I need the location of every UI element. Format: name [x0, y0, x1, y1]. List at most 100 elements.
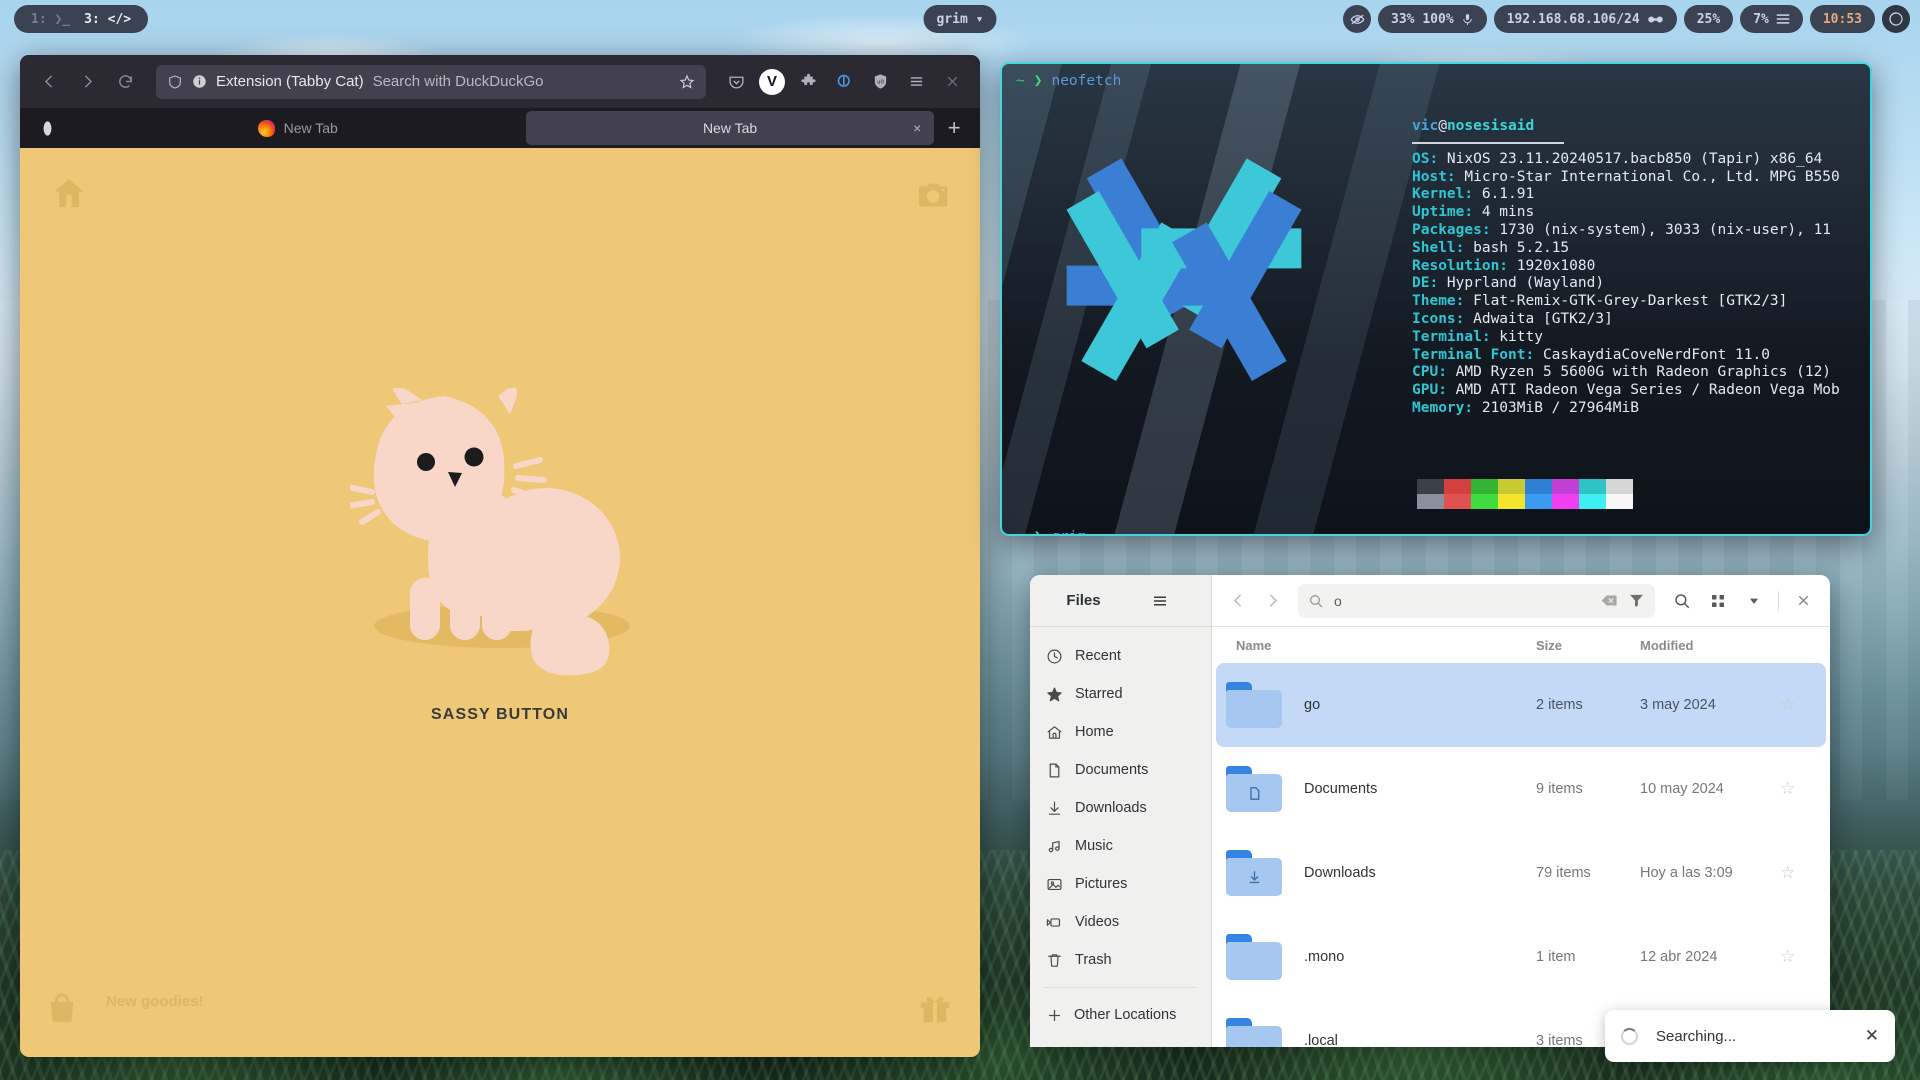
- sidebar-item-trash[interactable]: Trash: [1030, 941, 1211, 979]
- tabbycat-camera-button[interactable]: [916, 178, 950, 217]
- tab-favicon-icon: [257, 119, 275, 137]
- workspace-switcher[interactable]: 1: ❯_ 3: </>: [14, 5, 149, 33]
- sidebar-item-home[interactable]: Home: [1030, 713, 1211, 751]
- table-row[interactable]: .mono 1 item 12 abr 2024 ☆: [1216, 915, 1826, 999]
- clock-module[interactable]: 10:53: [1809, 5, 1875, 33]
- files-search-toggle-button[interactable]: [1667, 586, 1697, 616]
- folder-icon: [1226, 1018, 1282, 1047]
- firefox-window[interactable]: Extension (Tabby Cat) Search with DuckDu…: [20, 55, 980, 1057]
- firefox-logo-button[interactable]: [26, 108, 70, 148]
- memory-module[interactable]: 7%: [1740, 5, 1803, 33]
- sidebar-item-other-locations[interactable]: Other Locations: [1030, 996, 1211, 1034]
- column-header-modified[interactable]: Modified: [1640, 638, 1780, 653]
- workspace-1[interactable]: 1: ❯_: [31, 12, 70, 27]
- window-close-button[interactable]: [936, 66, 968, 98]
- tab-2[interactable]: New Tab ×: [525, 111, 935, 145]
- table-row[interactable]: Downloads 79 items Hoy a las 3:09 ☆: [1216, 831, 1826, 915]
- files-menu-button[interactable]: [1145, 586, 1175, 616]
- nixos-logo: [1066, 158, 1302, 381]
- reload-button[interactable]: [108, 65, 142, 99]
- extensions-button[interactable]: [792, 66, 824, 98]
- sidebar-item-documents[interactable]: Documents: [1030, 751, 1211, 789]
- account-button[interactable]: V: [756, 66, 788, 98]
- searching-toast: Searching... ✕: [1605, 1010, 1895, 1062]
- row-modified-label: 12 abr 2024: [1640, 949, 1718, 965]
- files-back-button[interactable]: [1224, 587, 1252, 615]
- neofetch-entry-value: 6.1.91: [1473, 186, 1535, 203]
- files-sidebar[interactable]: Recent Starred Home Documents Downloads Music…: [1030, 627, 1212, 1047]
- firefox-logo-icon: [43, 120, 52, 136]
- active-window-title[interactable]: grim ▾: [923, 5, 997, 33]
- reload-icon: [118, 75, 132, 88]
- network-module[interactable]: 192.168.68.106/24: [1493, 5, 1677, 33]
- files-close-button[interactable]: [1788, 586, 1818, 616]
- files-search-input[interactable]: o: [1298, 583, 1655, 618]
- sidebar-item-label: Music: [1075, 838, 1113, 854]
- screencast-indicator[interactable]: [1343, 5, 1372, 33]
- cpu-module[interactable]: 25%: [1683, 5, 1734, 33]
- download-icon: [1046, 800, 1063, 817]
- clear-backspace-icon[interactable]: [1601, 592, 1618, 609]
- tabbycat-home-button[interactable]: [52, 176, 86, 215]
- sidebar-item-starred[interactable]: Starred: [1030, 675, 1211, 713]
- tab-1[interactable]: New Tab: [70, 108, 526, 148]
- pocket-button[interactable]: [720, 66, 752, 98]
- forward-button[interactable]: [70, 65, 104, 99]
- column-header-name[interactable]: Name: [1226, 638, 1536, 653]
- cat-illustration[interactable]: [350, 388, 650, 678]
- palette-swatch: [1552, 479, 1579, 494]
- tabbycat-button-label[interactable]: SASSY BUTTON: [431, 706, 569, 724]
- neofetch-entry-value: Adwaita [GTK2/3]: [1464, 310, 1613, 327]
- bookmark-star-icon[interactable]: [679, 74, 695, 90]
- row-star-button[interactable]: ☆: [1780, 695, 1816, 715]
- sidebar-item-label: Home: [1075, 724, 1114, 740]
- neofetch-entry-key: Uptime:: [1412, 204, 1474, 221]
- row-name-label: Downloads: [1304, 865, 1376, 881]
- row-star-button[interactable]: ☆: [1780, 947, 1816, 967]
- files-forward-button[interactable]: [1258, 587, 1286, 615]
- workspace-3[interactable]: 3: </>: [84, 12, 131, 27]
- row-name-cell: .mono: [1226, 934, 1536, 980]
- toast-close-button[interactable]: ✕: [1865, 1026, 1879, 1046]
- ublock-button[interactable]: uO: [864, 66, 896, 98]
- clock-label: 10:53: [1822, 11, 1862, 27]
- app-menu-button[interactable]: [900, 66, 932, 98]
- sidebar-item-pictures[interactable]: Pictures: [1030, 865, 1211, 903]
- sidebar-item-label: Recent: [1075, 648, 1121, 664]
- sidebar-item-videos[interactable]: Videos: [1030, 903, 1211, 941]
- tabbycat-goodies-button[interactable]: [45, 992, 79, 1031]
- terminal-content[interactable]: ~ ❯ neofetch vic@nosesisaid OS: NixOS 23…: [1002, 64, 1870, 534]
- tab-2-close-button[interactable]: ×: [913, 120, 921, 136]
- files-view-dropdown-button[interactable]: [1739, 586, 1769, 616]
- table-row[interactable]: Documents 9 items 10 may 2024 ☆: [1216, 747, 1826, 831]
- sidebar-item-music[interactable]: Music: [1030, 827, 1211, 865]
- sidebar-item-label: Pictures: [1075, 876, 1128, 892]
- browser-toolbar: Extension (Tabby Cat) Search with DuckDu…: [20, 55, 980, 108]
- files-view-grid-button[interactable]: [1703, 586, 1733, 616]
- filter-icon[interactable]: [1628, 592, 1645, 609]
- sidebar-item-recent[interactable]: Recent: [1030, 637, 1211, 675]
- folder-icon: [1226, 682, 1282, 728]
- new-tab-button[interactable]: +: [934, 108, 974, 148]
- files-rows[interactable]: go 2 items 3 may 2024 ☆ Documents 9 items 10 m…: [1212, 663, 1830, 1047]
- files-column-headers: Name Size Modified: [1212, 627, 1830, 663]
- tabbycat-gift-button[interactable]: [918, 991, 952, 1030]
- sidebar-item-downloads[interactable]: Downloads: [1030, 789, 1211, 827]
- containers-button[interactable]: [828, 66, 860, 98]
- table-row[interactable]: go 2 items 3 may 2024 ☆: [1216, 663, 1826, 747]
- files-list[interactable]: Name Size Modified go 2 items 3 may 2024 ☆ D…: [1212, 627, 1830, 1047]
- audio-module[interactable]: 33% 100%: [1378, 5, 1487, 33]
- row-star-button[interactable]: ☆: [1780, 863, 1816, 883]
- back-button[interactable]: [32, 65, 66, 99]
- files-search-value: o: [1334, 592, 1342, 609]
- close-icon: [1798, 595, 1808, 606]
- row-star-button[interactable]: ☆: [1780, 779, 1816, 799]
- files-window[interactable]: Files o Recent Starred Home Documents Do…: [1030, 575, 1830, 1047]
- row-size-label: 79 items: [1536, 865, 1591, 881]
- address-bar[interactable]: Extension (Tabby Cat) Search with DuckDu…: [156, 64, 706, 99]
- neofetch-entry-value: Micro-Star International Co., Ltd. MPG B…: [1455, 168, 1840, 185]
- neofetch-entry-key: Terminal:: [1412, 328, 1491, 345]
- column-header-size[interactable]: Size: [1536, 638, 1640, 653]
- system-tray-button[interactable]: [1882, 5, 1910, 33]
- kitty-terminal-window[interactable]: ~ ❯ neofetch vic@nosesisaid OS: NixOS 23…: [1000, 62, 1872, 536]
